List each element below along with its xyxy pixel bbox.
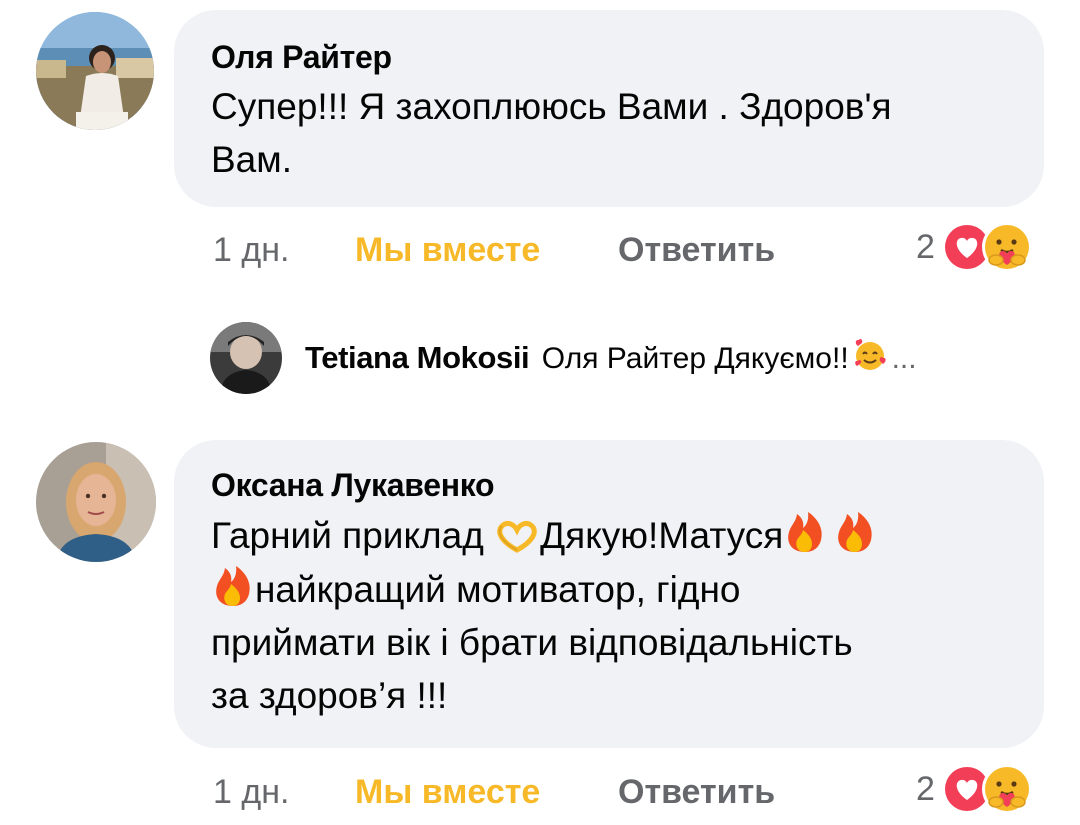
reply-author[interactable]: Tetiana Mokosii: [305, 340, 530, 375]
reply-text: Оля Райтер Дякуємо!!: [541, 342, 849, 375]
avatar-tetiana[interactable]: [210, 322, 282, 394]
comment-timestamp[interactable]: 1 дн.: [213, 772, 289, 812]
comment-author[interactable]: Оксана Лукавенко: [211, 466, 1044, 504]
avatar-olya[interactable]: [36, 12, 154, 130]
reply-preview[interactable]: Tetiana Mokosii Оля Райтер Дякуємо!! ...: [305, 338, 917, 382]
fire-emoji-icon: [838, 512, 873, 552]
reaction-count: 2: [916, 228, 935, 266]
comment-text: Гарний приклад Дякую!Матуся найкращий мо…: [211, 508, 1044, 722]
comment-author[interactable]: Оля Райтер: [211, 38, 1044, 76]
comment-bubble-2: Оксана Лукавенко Гарний приклад Дякую!Ма…: [174, 440, 1044, 748]
avatar-oksana[interactable]: [36, 442, 156, 562]
comment-text: Супер!!! Я захоплююсь Вами . Здоров'я Ва…: [211, 86, 892, 180]
smiling-hearts-emoji-icon: [855, 339, 886, 370]
react-button[interactable]: Мы вместе: [355, 772, 540, 812]
reaction-count: 2: [916, 770, 935, 808]
comment-actions-2: 1 дн. Мы вместе Ответить: [213, 772, 833, 816]
reply-button[interactable]: Ответить: [618, 772, 775, 812]
comment-actions-1: 1 дн. Мы вместе Ответить: [213, 230, 833, 274]
reply-ellipsis: ...: [891, 342, 917, 375]
comment-bubble-1: Оля Райтер Супер!!! Я захоплююсь Вами . …: [174, 10, 1044, 207]
react-button[interactable]: Мы вместе: [355, 230, 540, 270]
fire-emoji-icon: [216, 566, 250, 606]
comments-thread: Оля Райтер Супер!!! Я захоплююсь Вами . …: [0, 0, 1080, 825]
reaction-summary-2[interactable]: 2: [916, 762, 1046, 820]
care-icon: [982, 222, 1032, 272]
comment-timestamp[interactable]: 1 дн.: [213, 230, 289, 270]
fire-emoji-icon: [788, 512, 823, 552]
reaction-summary-1[interactable]: 2: [916, 220, 1046, 278]
care-icon: [982, 764, 1032, 814]
heart-hands-emoji-icon: [497, 520, 537, 553]
reply-button[interactable]: Ответить: [618, 230, 775, 270]
